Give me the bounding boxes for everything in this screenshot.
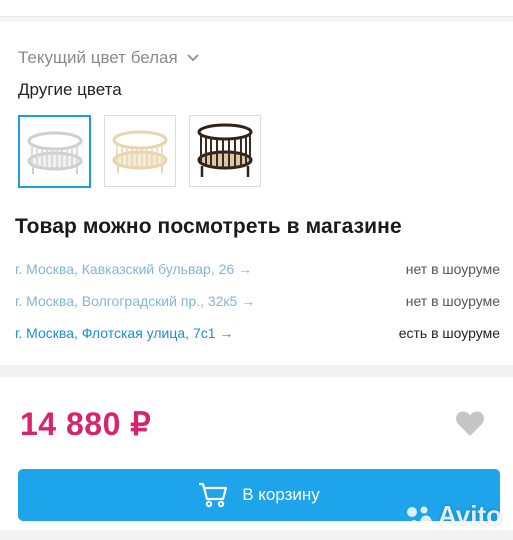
store-link-flotskaya[interactable]: г. Москва, Флотская улица, 7с1 → [15, 325, 233, 341]
crib-white-image [27, 131, 82, 174]
store-status: нет в шоуруме [405, 293, 500, 309]
store-status: есть в шоуруме [398, 325, 500, 341]
stores-heading: Товар можно посмотреть в магазине [15, 215, 402, 238]
avito-logo-icon [407, 506, 432, 526]
current-color-selector[interactable]: Текущий цвет белая [18, 47, 200, 69]
swatch-white[interactable] [18, 115, 91, 188]
store-row: г. Москва, Кавказский бульвар, 26 → нет … [15, 259, 500, 279]
section-divider [0, 365, 513, 377]
current-color-label: Текущий цвет белая [18, 48, 178, 67]
heart-icon [456, 411, 484, 436]
other-colors-label: Другие цвета [18, 80, 122, 99]
crib-wenge-image [197, 123, 253, 177]
swatch-ivory[interactable] [104, 115, 176, 187]
store-row: г. Москва, Флотская улица, 7с1 → есть в … [15, 323, 500, 343]
chevron-down-icon [187, 54, 199, 62]
store-status: нет в шоуруме [405, 261, 500, 277]
top-strip [0, 0, 513, 22]
store-link-volgogradsky[interactable]: г. Москва, Волгоградский пр., 32к5 → [15, 293, 255, 309]
previous-card-edge [0, 0, 513, 17]
color-swatches [18, 115, 261, 188]
bottom-edge [0, 530, 513, 540]
swatch-wenge[interactable] [189, 115, 261, 187]
avito-watermark: Avito [404, 500, 502, 531]
crib-ivory-image [112, 130, 168, 173]
store-link-kavkazsky[interactable]: г. Москва, Кавказский бульвар, 26 → [15, 261, 252, 277]
favorite-button[interactable] [455, 410, 485, 442]
add-to-cart-label: В корзину [242, 485, 320, 504]
cart-icon [199, 482, 228, 508]
price: 14 880 ₽ [20, 406, 152, 442]
store-row: г. Москва, Волгоградский пр., 32к5 → нет… [15, 291, 500, 311]
watermark-text: Avito [438, 500, 503, 530]
